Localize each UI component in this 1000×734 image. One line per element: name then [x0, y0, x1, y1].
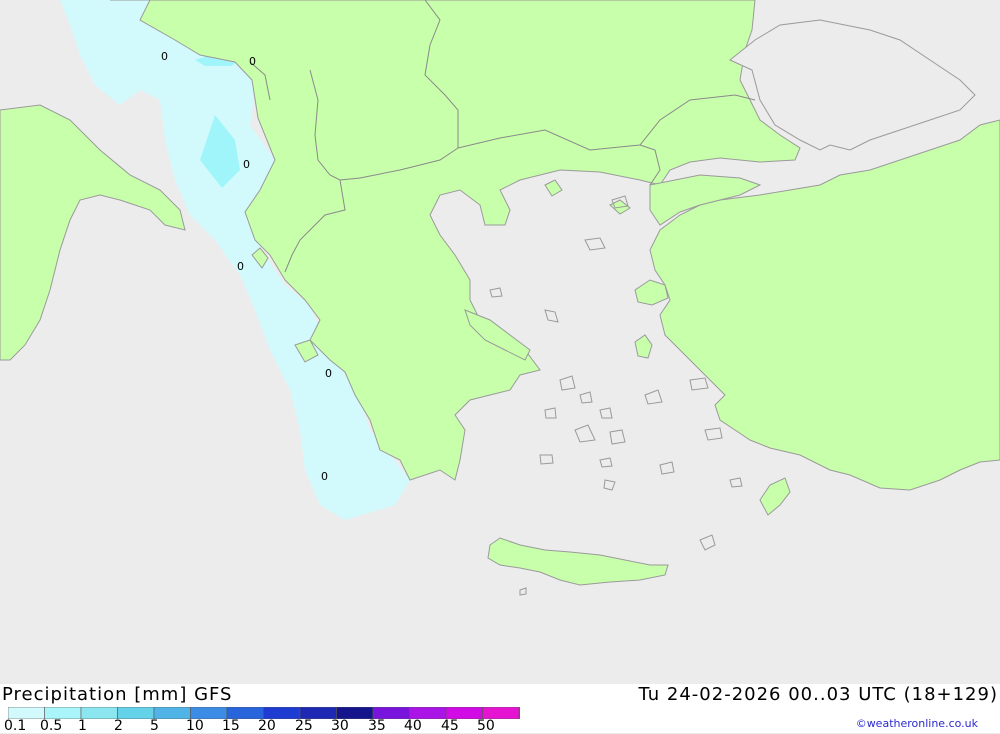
scale-label: 30	[331, 718, 349, 734]
scale-label: 25	[295, 718, 313, 734]
station-value: 0	[243, 158, 250, 171]
scale-label: 40	[404, 718, 422, 734]
colorbar-scale-labels: 0.1 0.5 1 2 5 10 15 20 25 30 35 40 45 50	[0, 718, 520, 734]
scale-label: 0.1	[4, 718, 27, 734]
station-value: 0	[325, 367, 332, 380]
scale-label: 35	[368, 718, 386, 734]
precipitation-map: 0 0 0 0 0 0	[0, 0, 1000, 685]
scale-label: 15	[222, 718, 240, 734]
station-value: 0	[321, 470, 328, 483]
credit-link[interactable]: ©weatheronline.co.uk	[856, 717, 978, 730]
scale-label: 2	[114, 718, 123, 734]
valid-time: Tu 24-02-2026 00..03 UTC (18+129)	[638, 684, 998, 705]
scale-label: 5	[150, 718, 159, 734]
station-value: 0	[249, 55, 256, 68]
scale-label: 10	[186, 718, 204, 734]
scale-label: 45	[441, 718, 459, 734]
station-value: 0	[161, 50, 168, 63]
legend-title: Precipitation [mm] GFS	[2, 684, 233, 705]
scale-label: 0.5	[40, 718, 63, 734]
scale-label: 20	[258, 718, 276, 734]
station-value: 0	[237, 260, 244, 273]
scale-label: 1	[78, 718, 87, 734]
scale-label: 50	[477, 718, 495, 734]
